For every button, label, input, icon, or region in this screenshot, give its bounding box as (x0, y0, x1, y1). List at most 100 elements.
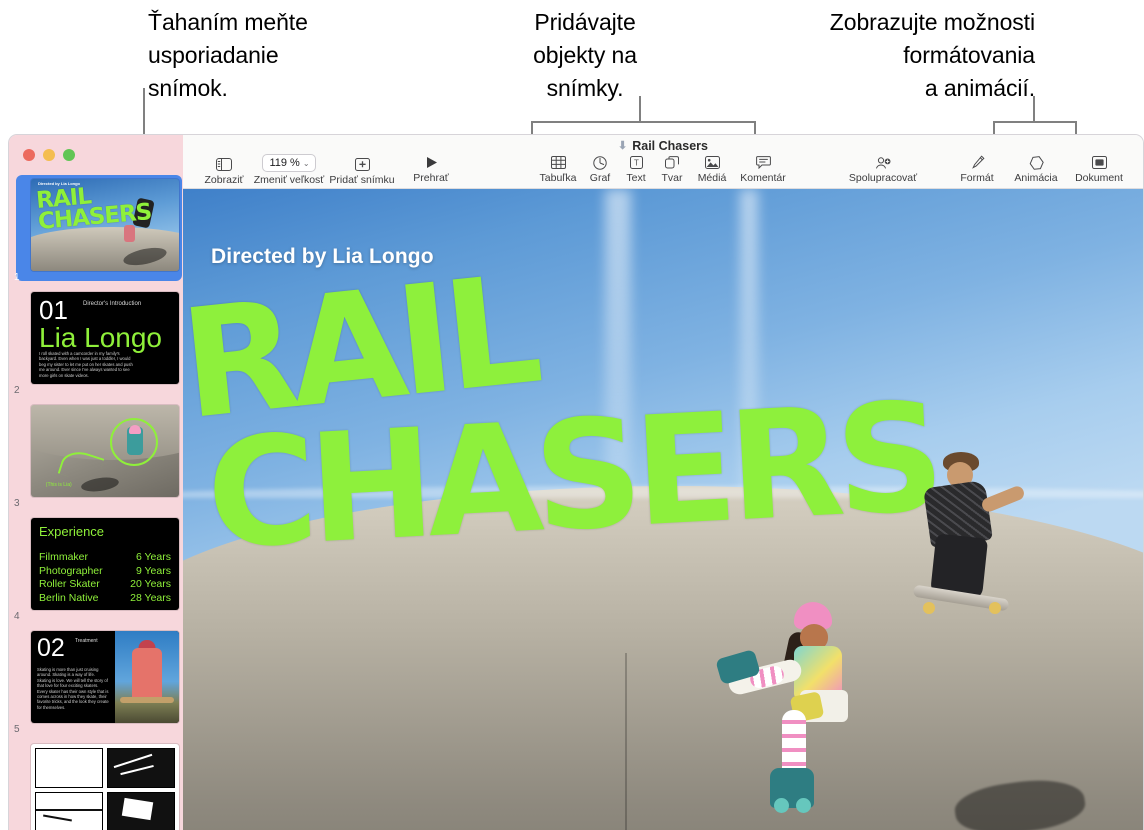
slide-roller-skater (715, 602, 884, 830)
window-traffic-lights[interactable] (23, 149, 75, 161)
zoom-value-box[interactable]: 119 % ⌄ (262, 154, 316, 172)
slide-navigator-sidebar[interactable]: Directed by Lia Longo RAIL CHASERS 1 01 … (9, 135, 183, 830)
slide-thumbnail-6[interactable]: 6 (9, 744, 183, 830)
leader-stem-add-objects (639, 96, 641, 122)
callout-format-panel: Zobrazujte možnosti formátovania a animá… (829, 9, 1035, 101)
slide-thumbnail-list[interactable]: Directed by Lia Longo RAIL CHASERS 1 01 … (9, 175, 183, 830)
thumb4-row2-value: 20 Years (130, 578, 171, 590)
toolbar-shape-button[interactable]: Tvar (654, 154, 690, 184)
toolbar-zoom-control[interactable]: 119 % ⌄ Zmeniť veľkosť (251, 154, 327, 186)
thumb3-ramp (31, 405, 179, 461)
thumb5-person (132, 647, 163, 703)
toolbar-play-label: Prehrať (413, 172, 449, 184)
toolbar-add-slide-button[interactable]: Pridať snímku (327, 154, 397, 186)
slide-thumbnail-5-canvas: 02 Treatment Skating is more than just c… (31, 631, 179, 723)
roller-skate-wheel (773, 798, 789, 813)
animate-icon (1028, 154, 1045, 171)
slide-thumbnail-4-canvas: Experience Filmmaker 6 Years Photographe… (31, 518, 179, 610)
add-slide-icon (354, 156, 370, 173)
toolbar-chart-label: Graf (589, 172, 611, 184)
toolbar-collaborate-group[interactable]: Spolupracovať (841, 154, 925, 184)
toolbar-play-group[interactable]: Prehrať (407, 154, 455, 184)
slide-number-3: 3 (14, 498, 20, 509)
leader-stem-format-panel (1033, 96, 1035, 122)
toolbar-document-label: Dokument (1075, 172, 1123, 184)
slide-title-text[interactable]: Directed by Lia Longo (211, 245, 434, 269)
toolbar-left-group[interactable]: Zobraziť 119 % ⌄ Zmeniť veľkosť Pridať s… (197, 154, 397, 186)
slide-thumbnail-3[interactable]: (This is Lia) 3 (9, 405, 183, 511)
thumb5-photo (115, 631, 179, 723)
thumb4-row1-label: Photographer (39, 564, 103, 577)
roller-skate-wheel (795, 798, 811, 813)
slide-thumbnail-1[interactable]: Directed by Lia Longo RAIL CHASERS 1 (9, 175, 183, 285)
thumb2-number: 01 (39, 295, 68, 325)
toolbar-text-label: Text (626, 172, 646, 184)
thumb4-row1-value: 9 Years (135, 564, 171, 577)
thumb2-body: I roll skated with a camcorder in my fam… (39, 350, 133, 378)
document-title-label: Rail Chasers (632, 139, 708, 153)
minimize-button[interactable] (43, 149, 55, 161)
slide-skateboarder (912, 452, 1026, 626)
thumb5-text-column: 02 Treatment Skating is more than just c… (31, 631, 115, 723)
toolbar-chart-button[interactable]: Graf (582, 154, 618, 184)
toolbar-document-button[interactable]: Dokument (1067, 154, 1131, 184)
toolbar-collaborate-button[interactable]: Spolupracovať (841, 154, 925, 184)
chevron-down-icon: ⌄ (302, 158, 310, 168)
toolbar-insert-group[interactable]: Tabuľka Graf T Text Tvar Médiá Komentár (534, 154, 792, 184)
text-icon: T (629, 154, 643, 171)
toolbar-view-button[interactable]: Zobraziť (197, 154, 251, 186)
close-button[interactable] (23, 149, 35, 161)
download-cloud-icon: ⬇ (618, 139, 628, 152)
current-slide[interactable]: RAIL CHASERS Directed by Lia Longo (183, 189, 1143, 830)
thumb4-row0-value: 6 Years (135, 551, 171, 563)
thumb5-kicker: Treatment (75, 638, 98, 644)
toolbar-text-button[interactable]: T Text (618, 154, 654, 184)
slide-number-1: 1 (14, 272, 20, 283)
shape-icon (665, 154, 679, 171)
toolbar-table-label: Tabuľka (539, 172, 577, 184)
toolbar-table-button[interactable]: Tabuľka (534, 154, 582, 184)
toolbar-comment-button[interactable]: Komentár (734, 154, 792, 184)
zoom-button[interactable] (63, 149, 75, 161)
toolbar-format-button[interactable]: Formát (949, 154, 1005, 184)
thumb4-rows: Filmmaker 6 Years Photographer 9 Years R… (39, 551, 171, 605)
toolbar-comment-label: Komentár (740, 172, 786, 184)
sidebar-icon (216, 156, 232, 173)
storyboard-panel (107, 748, 175, 788)
leader-bracket-right-add-objects (754, 121, 756, 134)
main-toolbar[interactable]: ⬇ Rail Chasers Zobraziť 119 % ⌄ Zmeniť v… (183, 135, 1143, 189)
slide-thumbnail-4[interactable]: Experience Filmmaker 6 Years Photographe… (9, 518, 183, 624)
svg-text:T: T (634, 159, 639, 168)
toolbar-media-button[interactable]: Médiá (690, 154, 734, 184)
toolbar-animate-label: Animácia (1014, 172, 1058, 184)
leader-bracket-left-format-panel (993, 121, 995, 134)
toolbar-play-button[interactable]: Prehrať (407, 154, 455, 184)
chart-icon (593, 154, 607, 171)
document-title-bar[interactable]: ⬇ Rail Chasers (183, 139, 1143, 153)
slide-thumbnail-1-canvas: Directed by Lia Longo RAIL CHASERS (31, 179, 179, 271)
slide-number-4: 4 (14, 611, 20, 622)
slide-thumbnail-2[interactable]: 01 Director's Introduction Lia Longo I r… (9, 292, 183, 398)
slide-thumbnail-6-canvas (31, 744, 179, 830)
slide-canvas[interactable]: RAIL CHASERS Directed by Lia Longo (183, 189, 1143, 830)
media-icon (704, 154, 720, 171)
storyboard-panel (35, 748, 103, 788)
toolbar-media-label: Médiá (697, 172, 727, 184)
table-row: Berlin Native 28 Years (39, 592, 171, 606)
table-row: Photographer 9 Years (39, 565, 171, 579)
slide-thumbnail-3-canvas: (This is Lia) (31, 405, 179, 497)
slide-thumbnail-5[interactable]: 02 Treatment Skating is more than just c… (9, 631, 183, 737)
collaborate-icon (875, 154, 892, 171)
table-icon (550, 154, 566, 171)
slide-number-5: 5 (14, 724, 20, 735)
thumb4-row0-label: Filmmaker (39, 551, 88, 563)
document-icon (1091, 154, 1107, 171)
zoom-level-value: 119 % (269, 157, 300, 169)
thumb3-highlight-circle (110, 417, 159, 466)
leader-bracket-format-panel (993, 121, 1077, 123)
toolbar-right-group[interactable]: Formát Animácia Dokument (949, 154, 1131, 184)
toolbar-animate-button[interactable]: Animácia (1005, 154, 1067, 184)
thumb5-body: Skating is more than just cruising aroun… (37, 667, 109, 710)
table-row: Roller Skater 20 Years (39, 578, 171, 592)
thumb2-name: Lia Longo (39, 322, 163, 353)
